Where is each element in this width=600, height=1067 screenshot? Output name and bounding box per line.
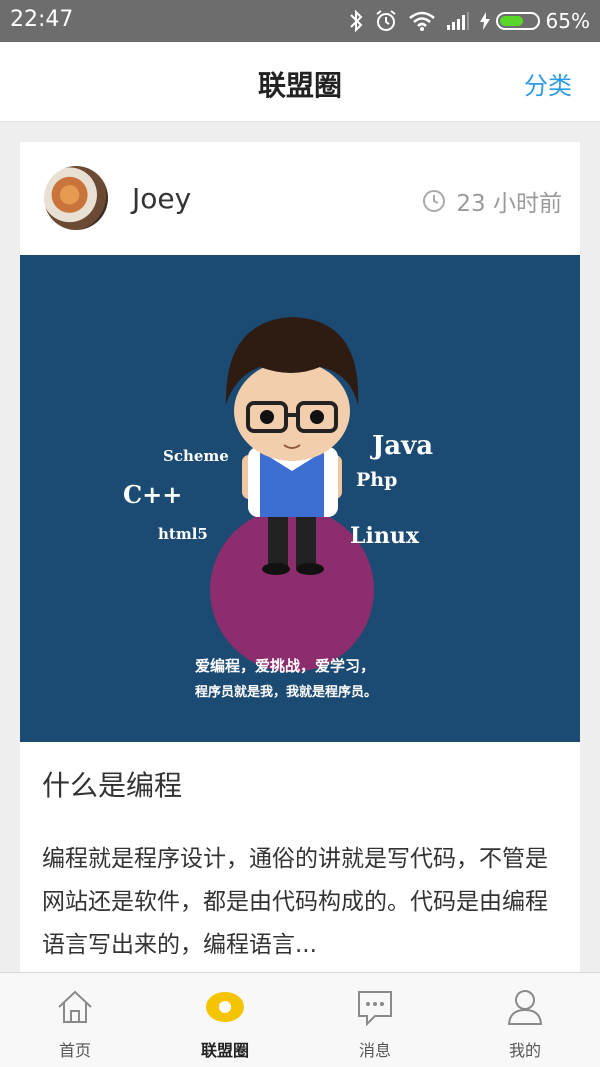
- user-icon: [505, 987, 545, 1031]
- home-icon: [55, 987, 95, 1031]
- status-icons: 65%: [348, 6, 590, 36]
- lang-label: Java: [372, 431, 434, 461]
- tab-label: 首页: [58, 1041, 91, 1060]
- bluetooth-icon: [348, 9, 364, 33]
- signal-icon: [446, 11, 470, 31]
- tab-label: 消息: [358, 1041, 391, 1060]
- lang-label: C++: [123, 480, 183, 509]
- page-title: 联盟圈: [257, 69, 342, 102]
- avatar[interactable]: [44, 166, 108, 230]
- lang-label: Scheme: [163, 447, 229, 465]
- post-image[interactable]: Scheme C++ html5 Java Php Linux 爱编程，爱挑战，…: [20, 255, 580, 742]
- bottom-tab-bar: 首页 联盟圈 消息 我的: [0, 972, 600, 1067]
- tab-messages[interactable]: 消息: [300, 973, 450, 1067]
- message-icon: [355, 987, 395, 1031]
- image-caption-line2: 程序员就是我，我就是程序员。: [195, 685, 378, 700]
- lang-label: html5: [158, 525, 208, 543]
- circle-icon: [204, 987, 246, 1031]
- status-time: 22:47: [10, 7, 74, 32]
- clock-icon: [423, 190, 446, 212]
- top-bar: 联盟圈 分类: [0, 42, 600, 122]
- battery-status: 65%: [479, 9, 590, 33]
- post-time: 23 小时前: [422, 184, 562, 218]
- post-title[interactable]: 什么是编程: [42, 764, 182, 804]
- image-caption-line1: 爱编程，爱挑战，爱学习，: [195, 657, 376, 675]
- tab-profile[interactable]: 我的: [450, 973, 600, 1067]
- tab-label: 我的: [508, 1041, 541, 1060]
- battery-percent: 65%: [545, 9, 590, 33]
- author-name[interactable]: Joey: [132, 182, 191, 215]
- wifi-icon: [408, 10, 436, 32]
- tab-label: 联盟圈: [200, 1041, 249, 1060]
- category-button[interactable]: 分类: [524, 66, 572, 101]
- tab-alliance-circle[interactable]: 联盟圈: [150, 973, 300, 1067]
- alarm-icon: [374, 9, 398, 33]
- status-bar: 22:47 65%: [0, 0, 600, 42]
- post-card[interactable]: Joey 23 小时前 Scheme C++ html5 Java Php Li…: [20, 142, 580, 1042]
- post-excerpt: 编程就是程序设计，通俗的讲就是写代码，不管是网站还是软件，都是由代码构成的。代码…: [42, 846, 548, 958]
- battery-icon: [495, 12, 540, 30]
- lang-label: Php: [356, 469, 398, 491]
- tab-home[interactable]: 首页: [0, 973, 150, 1067]
- post-time-text: 23 小时前: [456, 191, 562, 217]
- battery-level: [499, 16, 523, 26]
- charging-icon: [479, 12, 490, 30]
- lang-label: Linux: [350, 523, 419, 549]
